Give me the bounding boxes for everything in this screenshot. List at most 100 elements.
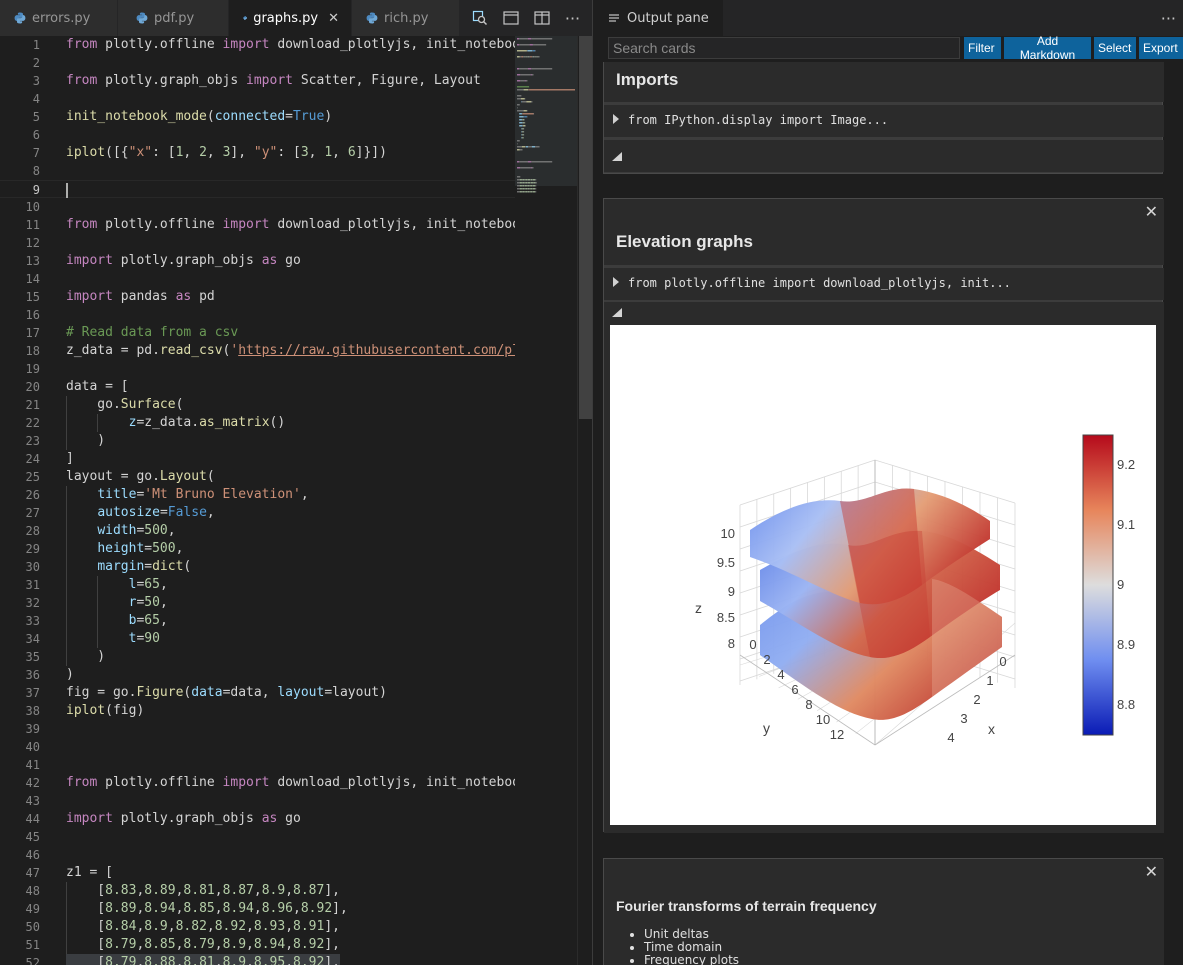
code-line[interactable]: 7 iplot([{"x": [1, 2, 3], "y": [3, 1, 6]}…	[0, 144, 515, 162]
minimap-token	[521, 128, 523, 130]
split-editor-icon[interactable]	[526, 0, 557, 36]
code-line[interactable]: 12	[0, 234, 515, 252]
code-line[interactable]: 13 import plotly.graph_objs as go	[0, 252, 515, 270]
code-line[interactable]: 36)	[0, 666, 515, 684]
text-cursor	[66, 183, 68, 198]
code-line[interactable]: 42 from plotly.offline import download_pl…	[0, 774, 567, 792]
code-line[interactable]: 21 go.Surface(	[0, 396, 515, 414]
line-number: 41	[25, 758, 40, 772]
expand-triangle-icon[interactable]	[613, 114, 619, 124]
export-button[interactable]: Export	[1139, 37, 1183, 59]
code-editor[interactable]: 1 from plotly.offline import download_plo…	[0, 36, 592, 965]
code-line[interactable]: 3 from plotly.graph_objs import Scatter, …	[0, 72, 515, 90]
code-line[interactable]: 44 import plotly.graph_objs as go	[0, 810, 515, 828]
code-line[interactable]: 9	[0, 180, 515, 198]
filter-button[interactable]: Filter	[964, 37, 1001, 59]
code-line[interactable]: 47 z1 = [	[0, 864, 515, 882]
code-line[interactable]: 4	[0, 90, 515, 108]
code-line[interactable]: 22 z=z_data.as_matrix()	[0, 414, 515, 432]
code-line[interactable]: 48 [8.83,8.89,8.81,8.87,8.9,8.87],	[0, 882, 515, 900]
add-markdown-button[interactable]: Add Markdown	[1004, 34, 1091, 62]
code-line[interactable]: 5 init_notebook_mode(connected=True)	[0, 108, 515, 126]
collapse-triangle-icon[interactable]	[612, 308, 622, 317]
surface-plot[interactable]: 88.599.510z024681012y01234x8.88.999.19.2	[610, 325, 1156, 825]
minimap-token	[528, 179, 531, 181]
code-line[interactable]: 15 import pandas as pd	[0, 288, 515, 306]
code-line[interactable]: 31 l=65,	[0, 576, 515, 594]
tab-label: errors.py	[32, 10, 91, 26]
card-code-section[interactable]: from plotly.offline import download_plot…	[604, 268, 1164, 300]
code-line[interactable]: 40	[0, 738, 515, 756]
card-imports[interactable]: Imports from IPython.display import Imag…	[603, 62, 1164, 174]
minimap[interactable]	[515, 36, 577, 965]
code-line[interactable]: 8	[0, 162, 515, 180]
card-fourier-markdown[interactable]: ✕ Fourier transforms of terrain frequenc…	[603, 858, 1164, 965]
code-line[interactable]: 43	[0, 792, 515, 810]
code-line[interactable]: 46	[0, 846, 515, 864]
code-line[interactable]: 38 iplot(fig)	[0, 702, 515, 720]
card-output-section[interactable]	[604, 140, 1164, 172]
minimap-token	[521, 137, 523, 139]
line-number: 18	[25, 344, 40, 358]
code-line[interactable]: 24]	[0, 450, 515, 468]
code-line[interactable]: 6	[0, 126, 515, 144]
line-number: 25	[25, 470, 40, 484]
minimap-token	[524, 80, 526, 82]
code-line[interactable]: 17 # Read data from a csv	[0, 324, 515, 342]
card-code-section[interactable]: from IPython.display import Image...	[604, 105, 1164, 137]
code-line[interactable]: 37 fig = go.Figure(data=data, layout=layo…	[0, 684, 515, 702]
tab-output-pane[interactable]: Output pane	[593, 0, 723, 36]
editor-scrollbar[interactable]	[577, 36, 592, 965]
code-line[interactable]: 20 data = [	[0, 378, 515, 396]
close-icon[interactable]: ✕	[1145, 862, 1158, 881]
code-line[interactable]: 45	[0, 828, 515, 846]
tab-rich-py[interactable]: rich.py	[352, 0, 460, 36]
code-line[interactable]: 29 height=500,	[0, 540, 515, 558]
code-line[interactable]: 14	[0, 270, 515, 288]
close-icon[interactable]: ✕	[1145, 202, 1158, 221]
code-line[interactable]: 52 [8.79,8.88,8.81,8.9,8.95,8.92],	[0, 954, 515, 965]
colorbar-tick-label: 8.9	[1117, 637, 1135, 652]
code-line[interactable]: 18 z_data = pd.read_csv('https://raw.gith…	[0, 342, 592, 360]
minimap-token	[522, 182, 525, 184]
code-line[interactable]: 39	[0, 720, 515, 738]
code-line[interactable]: 50 [8.84,8.9,8.82,8.92,8.93,8.91],	[0, 918, 515, 936]
code-line[interactable]: 16	[0, 306, 515, 324]
tab-graphs-py[interactable]: graphs.py ✕	[229, 0, 352, 36]
tab-errors-py[interactable]: errors.py	[0, 0, 118, 36]
card-elevation-graphs[interactable]: ✕ Elevation graphs from plotly.offline i…	[603, 198, 1164, 833]
tab-pdf-py[interactable]: pdf.py	[118, 0, 229, 36]
code-line[interactable]: 34 t=90	[0, 630, 515, 648]
close-icon[interactable]: ✕	[328, 11, 339, 26]
minimap-token	[524, 185, 525, 187]
code-line[interactable]: 32 r=50,	[0, 594, 515, 612]
select-button[interactable]: Select	[1094, 37, 1136, 59]
search-cards-input[interactable]	[608, 37, 960, 59]
code-text: data = [	[66, 379, 129, 394]
code-line[interactable]: 28 width=500,	[0, 522, 515, 540]
code-line[interactable]: 26 title='Mt Bruno Elevation',	[0, 486, 515, 504]
code-line[interactable]: 19	[0, 360, 515, 378]
expand-triangle-icon[interactable]	[613, 277, 619, 287]
more-actions-icon[interactable]: ···	[557, 0, 588, 36]
code-line[interactable]: 30 margin=dict(	[0, 558, 515, 576]
code-line[interactable]: 33 b=65,	[0, 612, 515, 630]
minimap-token	[524, 191, 526, 193]
collapse-triangle-icon[interactable]	[612, 152, 622, 161]
code-line[interactable]: 41	[0, 756, 515, 774]
open-preview-icon[interactable]	[464, 0, 495, 36]
code-line[interactable]: 35 )	[0, 648, 515, 666]
toggle-panel-icon[interactable]	[495, 0, 526, 36]
code-line[interactable]: 11 from plotly.offline import download_pl…	[0, 216, 567, 234]
code-line[interactable]: 10	[0, 198, 515, 216]
code-line[interactable]: 25 layout = go.Layout(	[0, 468, 515, 486]
code-line[interactable]: 51 [8.79,8.85,8.79,8.9,8.94,8.92],	[0, 936, 515, 954]
code-line[interactable]: 1 from plotly.offline import download_plo…	[0, 36, 567, 54]
code-line[interactable]: 2	[0, 54, 515, 72]
more-actions-icon[interactable]: ···	[1161, 0, 1176, 36]
code-line[interactable]: 49 [8.89,8.94,8.85,8.94,8.96,8.92],	[0, 900, 515, 918]
code-line[interactable]: 27 autosize=False,	[0, 504, 515, 522]
minimap-token	[526, 50, 528, 52]
code-line[interactable]: 23 )	[0, 432, 515, 450]
editor-scrollbar-thumb[interactable]	[579, 36, 592, 419]
